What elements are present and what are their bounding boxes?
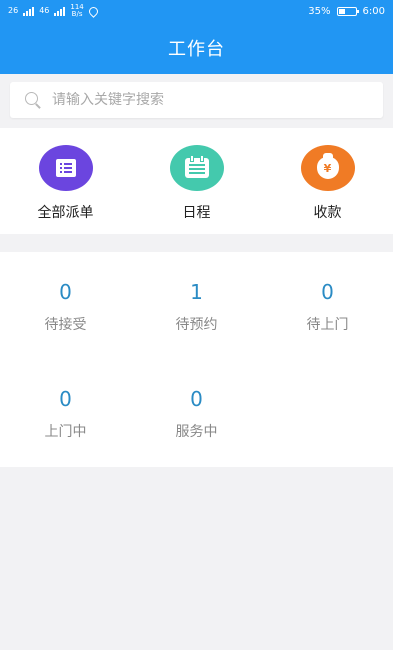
search-icon xyxy=(24,91,42,109)
search-bar xyxy=(0,74,393,126)
stat-count: 0 xyxy=(190,387,203,411)
sim1-label: 26 xyxy=(8,6,19,15)
status-right: 35% 6:00 xyxy=(308,6,385,17)
stat-count: 0 xyxy=(59,280,72,304)
money-bag-icon: ¥ xyxy=(316,153,339,179)
search-box[interactable] xyxy=(10,82,383,118)
stat-pending-appointment[interactable]: 1 待预约 xyxy=(131,280,262,334)
status-left: 26 46 114 B/s xyxy=(8,4,100,18)
quick-action-payment[interactable]: ¥ 收款 xyxy=(262,128,393,234)
quick-action-all-orders[interactable]: 全部派单 xyxy=(0,128,131,234)
stat-label: 上门中 xyxy=(44,424,87,440)
stat-count: 0 xyxy=(59,387,72,411)
battery-icon xyxy=(336,6,359,16)
page-title: 工作台 xyxy=(168,39,225,60)
stat-on-the-way[interactable]: 0 上门中 xyxy=(0,387,131,441)
network-speed-unit: B/s xyxy=(71,10,83,18)
battery-percent: 35% xyxy=(308,5,331,17)
signal-icon xyxy=(23,6,35,16)
network-speed: 114 B/s xyxy=(70,4,83,18)
battery-fill xyxy=(338,8,345,14)
stat-in-service[interactable]: 0 服务中 xyxy=(131,387,262,441)
stat-label: 服务中 xyxy=(175,424,218,440)
clock: 6:00 xyxy=(362,5,385,17)
payment-icon-bg: ¥ xyxy=(300,145,355,191)
calendar-icon xyxy=(184,155,209,178)
signal-icon-2 xyxy=(54,6,66,16)
search-input[interactable] xyxy=(52,92,369,108)
status-bar: 26 46 114 B/s 35% 6:00 xyxy=(0,0,393,22)
stat-label: 待预约 xyxy=(175,317,218,333)
stat-pending-visit[interactable]: 0 待上门 xyxy=(262,280,393,334)
stat-count: 1 xyxy=(190,280,203,304)
quick-actions: 全部派单 日程 ¥ 收款 xyxy=(0,128,393,234)
currency-symbol: ¥ xyxy=(323,161,332,175)
schedule-icon-bg xyxy=(169,145,224,191)
order-stats: 0 待接受 1 待预约 0 待上门 0 上门中 0 服务中 xyxy=(0,252,393,467)
payment-label: 收款 xyxy=(313,205,342,221)
app-header: 工作台 xyxy=(0,22,393,74)
all-orders-icon-bg xyxy=(38,145,93,191)
stat-count: 0 xyxy=(321,280,334,304)
all-orders-label: 全部派单 xyxy=(37,205,94,221)
schedule-label: 日程 xyxy=(182,205,211,221)
stat-label: 待接受 xyxy=(44,317,87,333)
stat-pending-accept[interactable]: 0 待接受 xyxy=(0,280,131,334)
list-icon xyxy=(55,159,76,177)
stat-label: 待上门 xyxy=(306,317,349,333)
location-icon xyxy=(86,4,100,18)
sim2-label: 46 xyxy=(39,6,50,15)
quick-action-schedule[interactable]: 日程 xyxy=(131,128,262,234)
